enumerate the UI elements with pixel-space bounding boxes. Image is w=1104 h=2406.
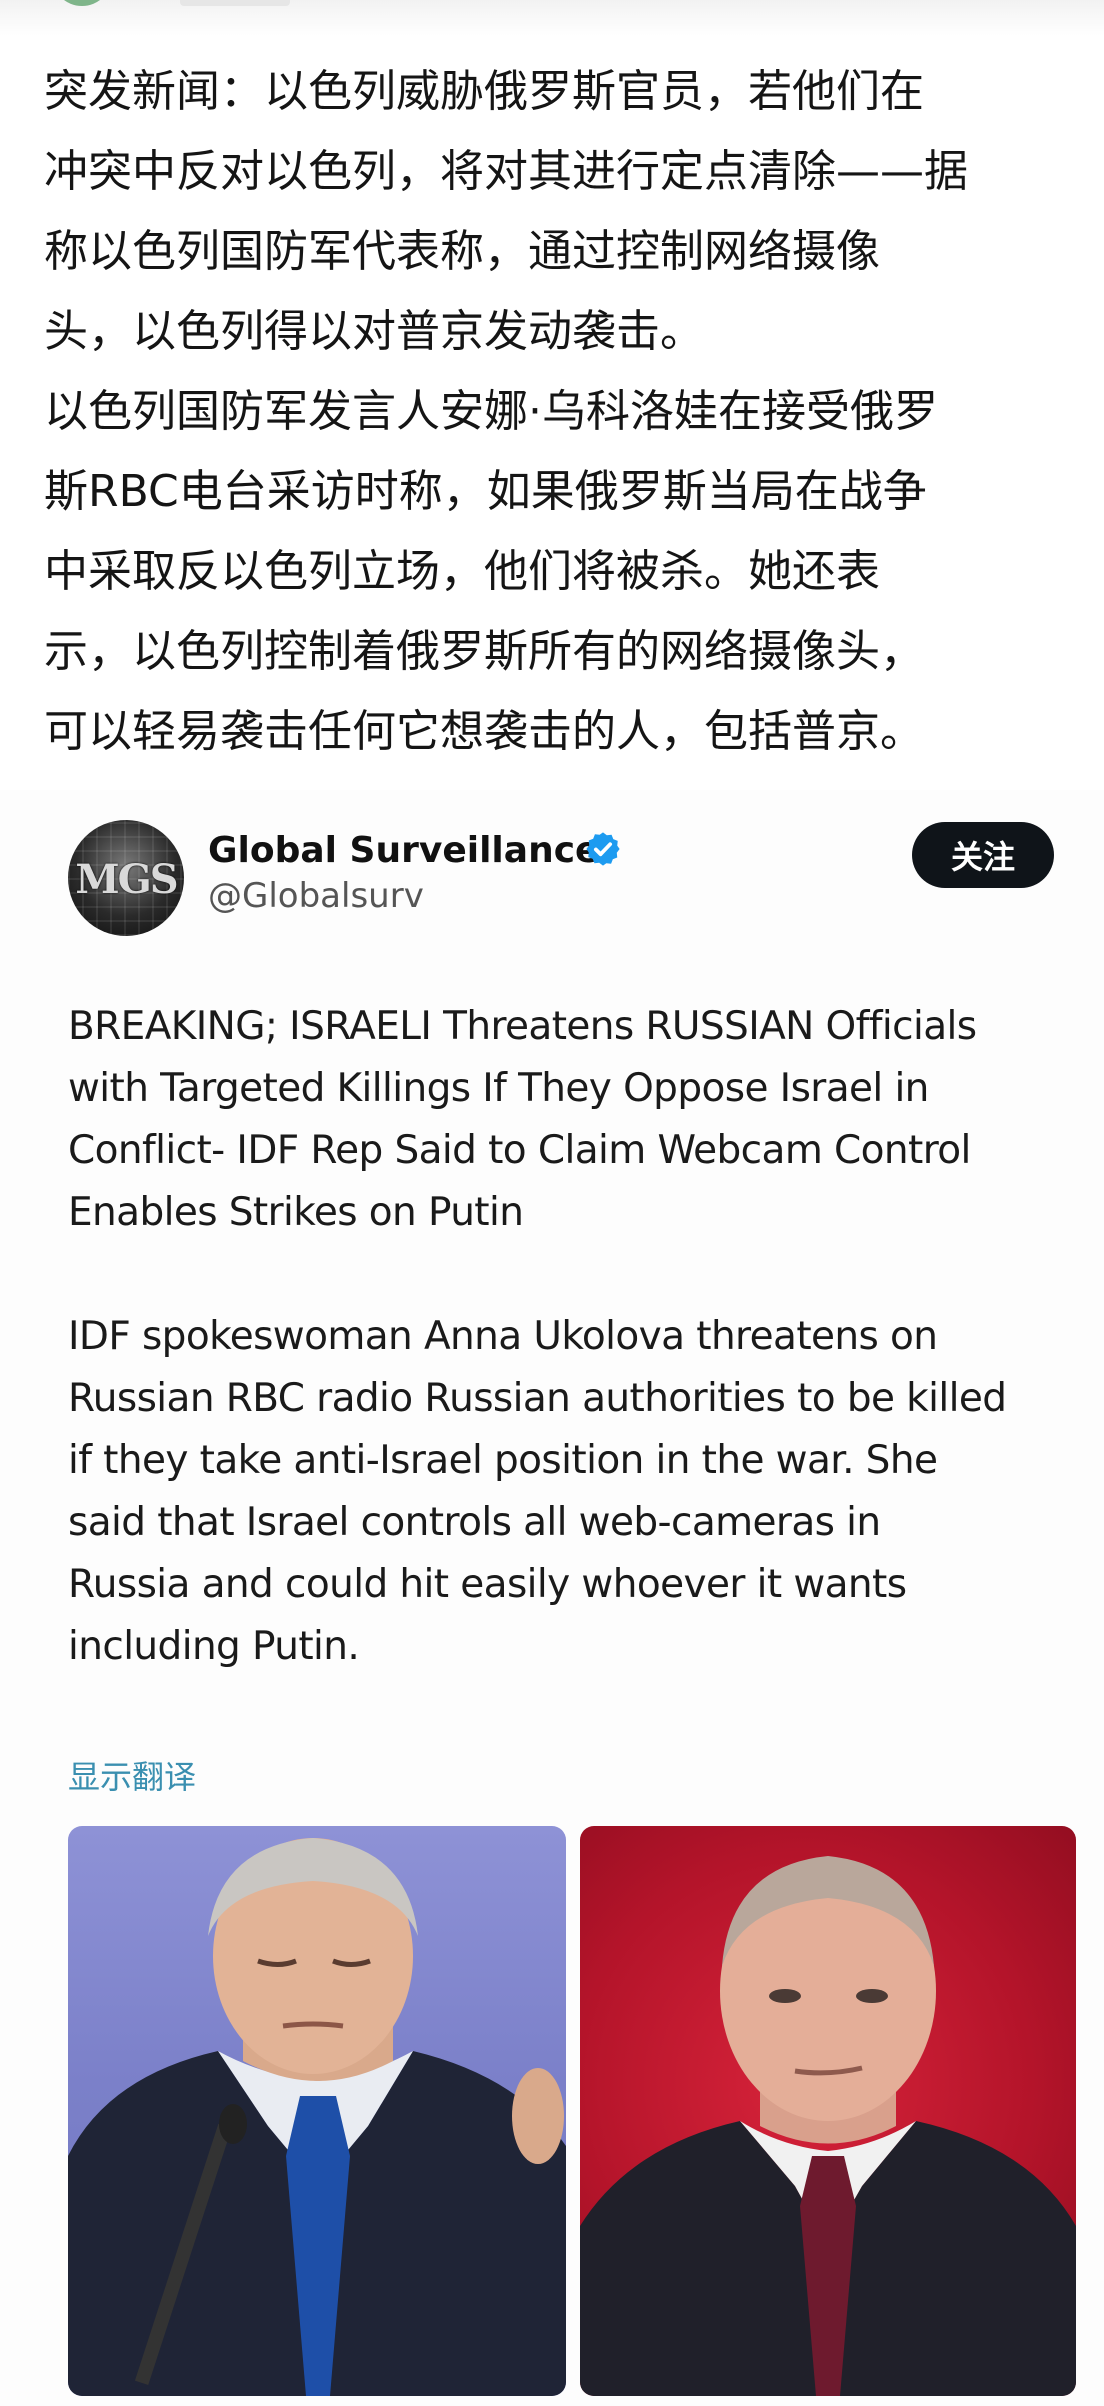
verified-badge-icon	[586, 832, 620, 866]
tweet-handle[interactable]: @Globalsurv	[208, 876, 424, 916]
post-paragraph-1: 突发新闻：以色列威胁俄罗斯官员，若他们在 冲突中反对以色列，将对其进行定点清除—…	[44, 66, 968, 357]
cropped-author-name	[180, 0, 290, 6]
tweet-photo-left[interactable]	[68, 1826, 566, 2396]
tweet-avatar[interactable]: MGS	[68, 820, 184, 936]
portrait-left-illustration	[68, 1838, 566, 2396]
top-edge	[0, 0, 1104, 36]
tweet-photo-right[interactable]	[580, 1826, 1076, 2396]
tweet-headline: BREAKING; ISRAELI Threatens RUSSIAN Offi…	[68, 1004, 977, 1235]
follow-button[interactable]: 关注	[912, 822, 1054, 888]
tweet-body: BREAKING; ISRAELI Threatens RUSSIAN Offi…	[68, 996, 1078, 1678]
avatar-monogram: MGS	[75, 856, 178, 903]
show-translation-link[interactable]: 显示翻译	[68, 1752, 196, 1798]
tweet-display-name[interactable]: Global Surveillance	[208, 830, 599, 871]
post-paragraph-2: 以色列国防军发言人安娜·乌科洛娃在接受俄罗 斯RBC电台采访时称，如果俄罗斯当局…	[44, 386, 938, 757]
portrait-right-illustration	[580, 1856, 1076, 2396]
tweet-detail: IDF spokeswoman Anna Ukolova threatens o…	[68, 1314, 1007, 1669]
embedded-tweet[interactable]: MGS Global Surveillance @Globalsurv 关注 B…	[0, 790, 1104, 2406]
post-text: 突发新闻：以色列威胁俄罗斯官员，若他们在 冲突中反对以色列，将对其进行定点清除—…	[44, 52, 1084, 772]
